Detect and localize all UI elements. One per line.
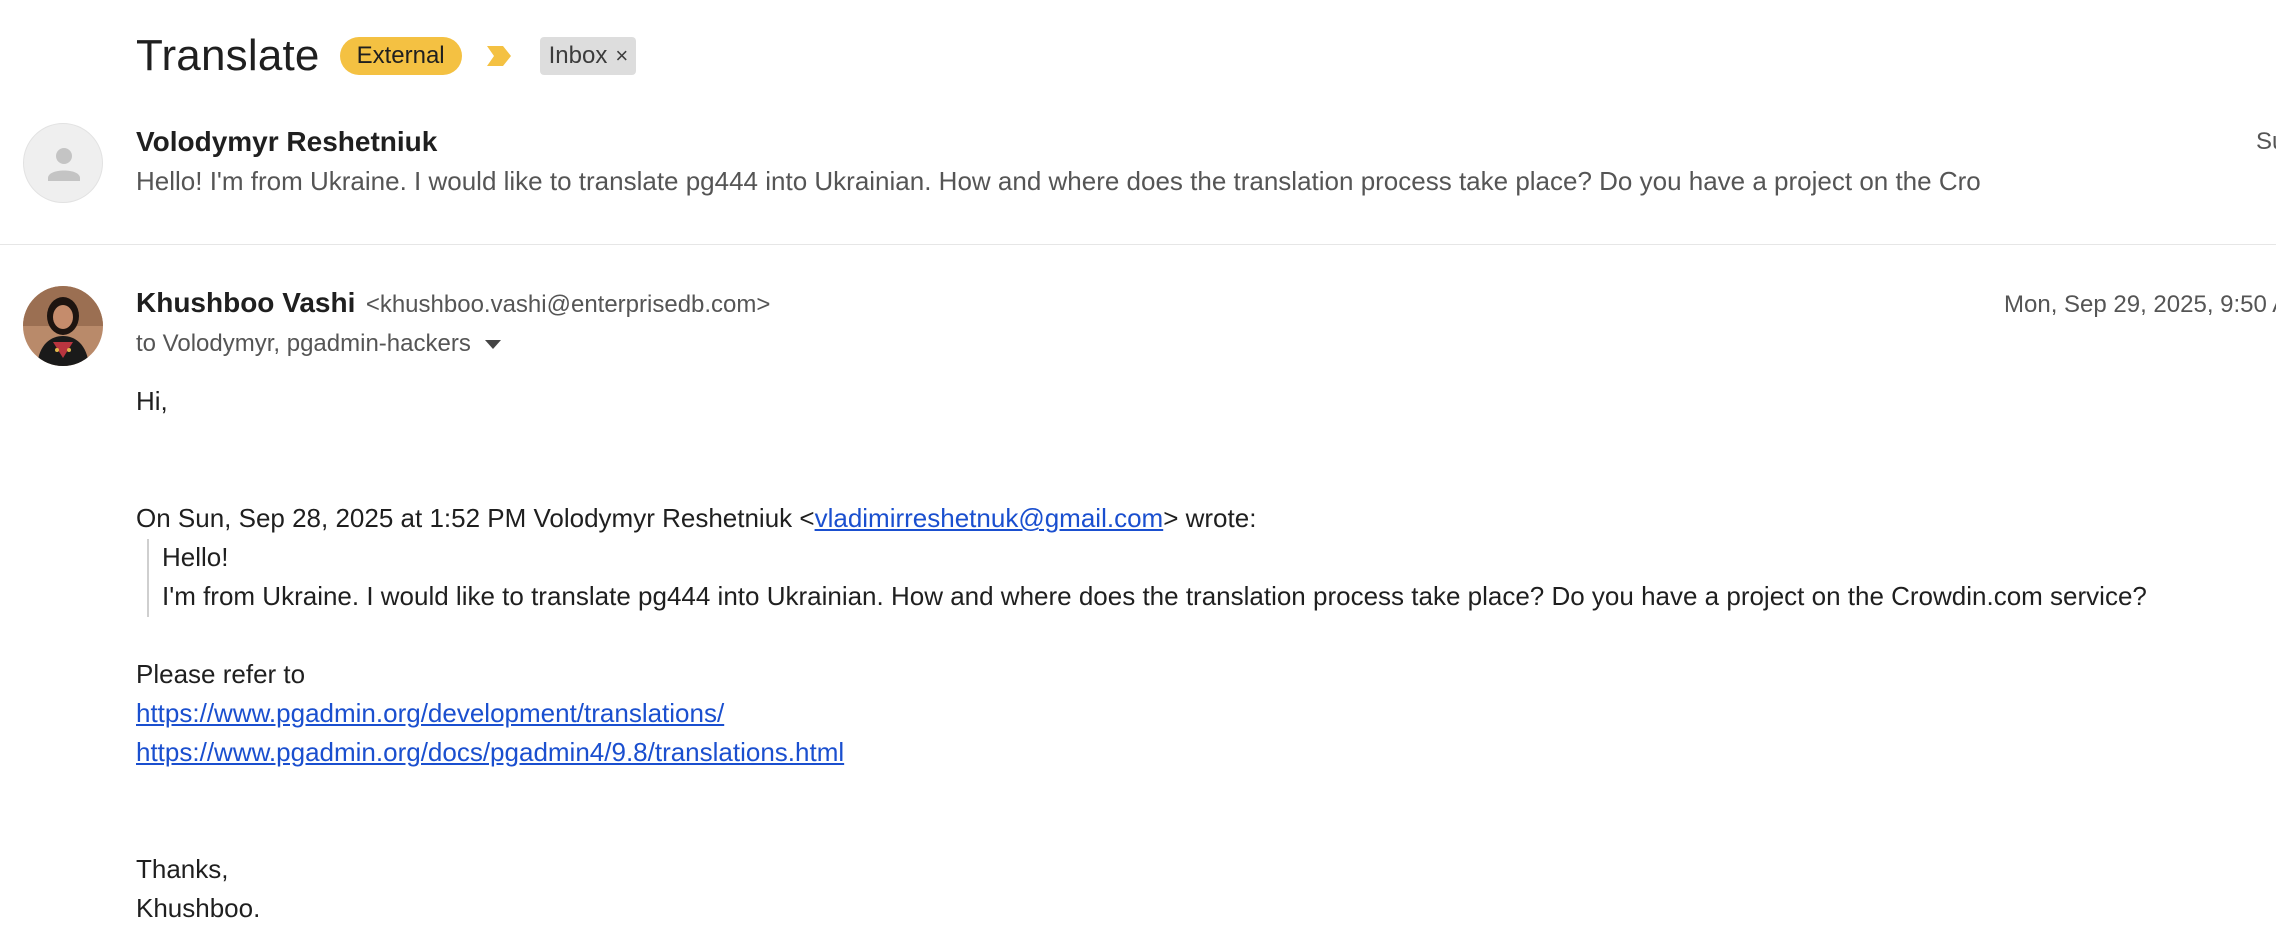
sender-name[interactable]: Khushboo Vashi bbox=[136, 287, 355, 318]
quoted-sender-email-link[interactable]: vladimirreshetnuk@gmail.com bbox=[815, 503, 1164, 533]
subject-row: Translate External Inbox × bbox=[136, 26, 637, 86]
refer-text: Please refer to bbox=[136, 659, 306, 689]
signature: Khushboo. bbox=[136, 893, 261, 923]
recipients-line: to Volodymyr, pgadmin-hackers bbox=[136, 330, 501, 358]
quote-attribution-before: On Sun, Sep 28, 2025 at 1:52 PM Volodymy… bbox=[136, 503, 815, 533]
importance-marker-icon[interactable] bbox=[486, 45, 512, 67]
quoted-line-1: Hello! bbox=[162, 542, 229, 572]
inbox-label: Inbox × bbox=[539, 37, 637, 75]
collapsed-message-date: Su bbox=[2256, 128, 2276, 155]
closing-thanks: Thanks, bbox=[136, 854, 229, 884]
body-greeting: Hi, bbox=[136, 386, 168, 416]
collapsed-sender-name[interactable]: Volodymyr Reshetniuk bbox=[136, 126, 437, 158]
translations-dev-link[interactable]: https://www.pgadmin.org/development/tran… bbox=[136, 698, 724, 728]
quote-bar bbox=[147, 539, 149, 617]
show-details-chevron-down-icon[interactable] bbox=[484, 339, 501, 349]
sender-photo-avatar[interactable] bbox=[23, 286, 103, 366]
email-subject: Translate bbox=[136, 31, 320, 80]
default-person-icon bbox=[23, 123, 103, 203]
message-date[interactable]: Mon, Sep 29, 2025, 9:50 A bbox=[2004, 291, 2276, 319]
quote-attribution-after: > wrote: bbox=[1163, 503, 1257, 533]
recipients-text: to Volodymyr, pgadmin-hackers bbox=[136, 330, 471, 357]
external-label[interactable]: External bbox=[339, 37, 462, 75]
inbox-label-text: Inbox bbox=[548, 42, 608, 69]
message-divider bbox=[0, 244, 2276, 245]
translations-docs-link[interactable]: https://www.pgadmin.org/docs/pgadmin4/9.… bbox=[136, 737, 844, 767]
remove-label-icon[interactable]: × bbox=[615, 37, 628, 75]
sender-email: <khushboo.vashi@enterprisedb.com> bbox=[365, 291, 771, 318]
quoted-line-2: I'm from Ukraine. I would like to transl… bbox=[162, 581, 2147, 611]
collapsed-message-snippet[interactable]: Hello! I'm from Ukraine. I would like to… bbox=[136, 166, 1981, 197]
sender-line: Khushboo Vashi <khushboo.vashi@enterpris… bbox=[136, 287, 770, 319]
quote-attribution: On Sun, Sep 28, 2025 at 1:52 PM Volodymy… bbox=[136, 503, 1256, 534]
